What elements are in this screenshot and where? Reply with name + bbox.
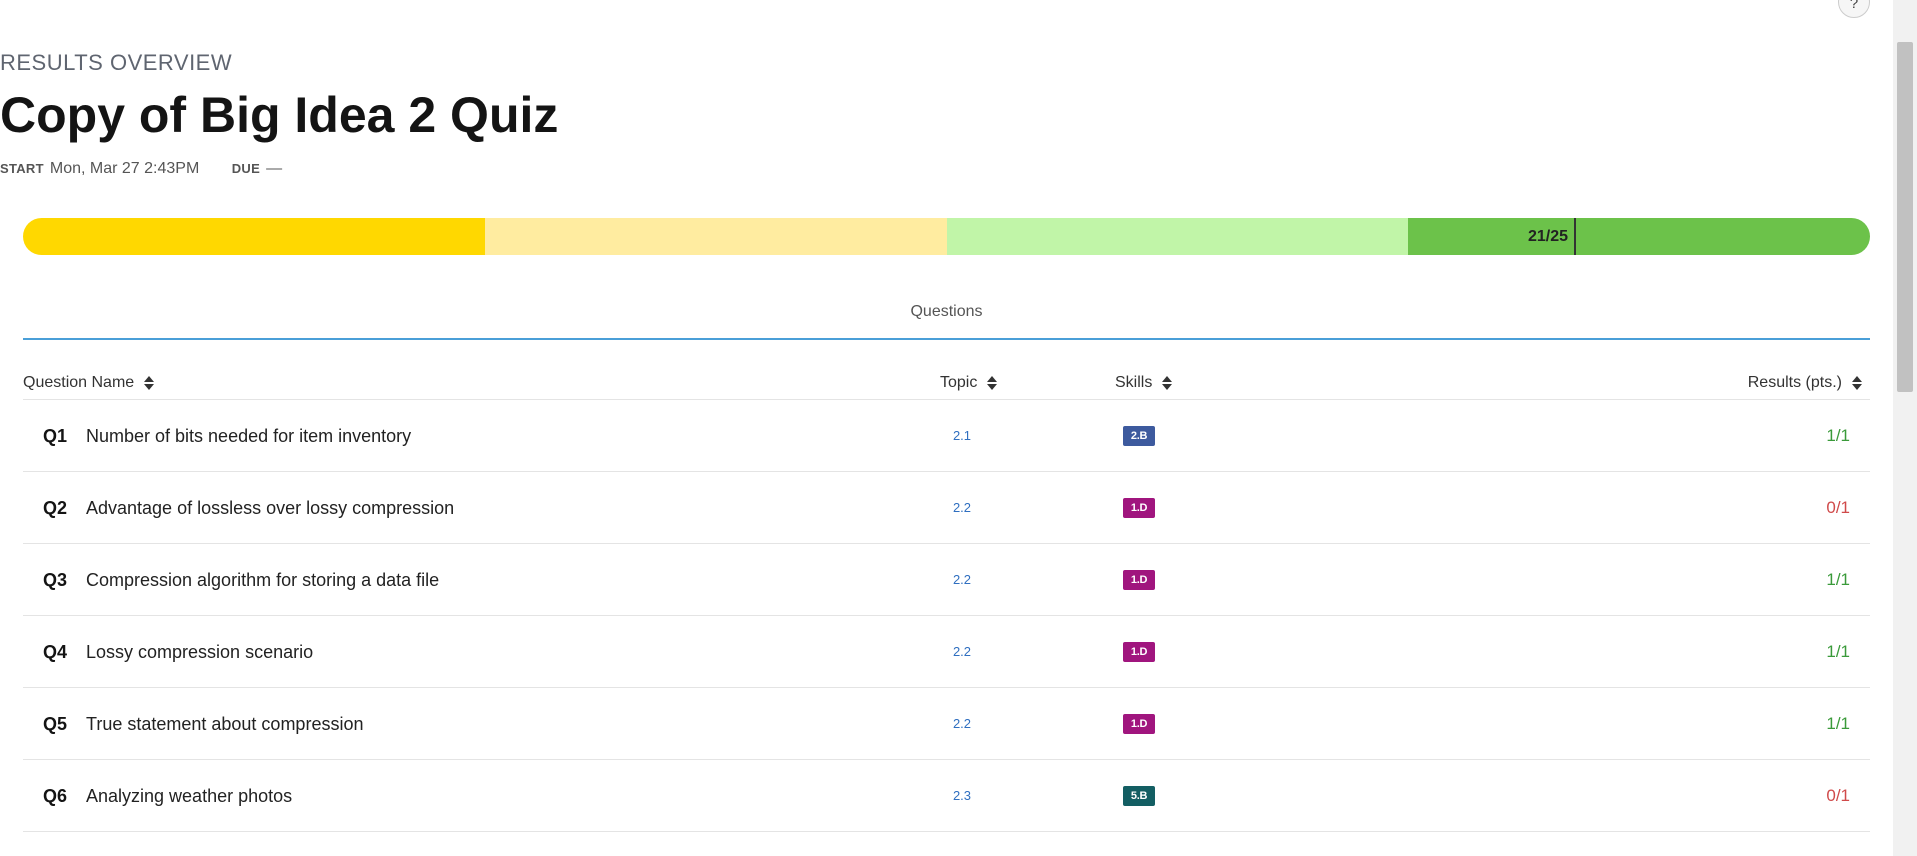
column-header-topic[interactable]: Topic <box>940 374 998 392</box>
topic-link[interactable]: 2.2 <box>943 688 981 760</box>
due-value: — <box>266 160 283 177</box>
assignment-dates: START Mon, Mar 27 2:43PM DUE — <box>0 160 1893 178</box>
skill-badge: 2.B <box>1123 426 1155 446</box>
column-header-results[interactable]: Results (pts.) <box>1748 374 1862 392</box>
skill-badge: 5.B <box>1123 786 1155 806</box>
table-row[interactable]: Q4 Lossy compression scenario 2.2 1.D 1/1 <box>23 616 1870 688</box>
table-row[interactable]: Q5 True statement about compression 2.2 1.D… <box>23 688 1870 760</box>
start-label: START <box>0 161 44 176</box>
question-name[interactable]: True statement about compression <box>86 688 363 760</box>
tab-questions[interactable]: Questions <box>910 303 982 320</box>
table-body: Q1 Number of bits needed for item invento… <box>23 400 1870 832</box>
score-progress-bar: 21/25 <box>23 218 1870 255</box>
question-number: Q5 <box>43 714 68 734</box>
table-row[interactable]: Q3 Compression algorithm for storing a da… <box>23 544 1870 616</box>
column-header-topic-label: Topic <box>940 374 978 391</box>
column-header-skills[interactable]: Skills <box>1115 374 1173 392</box>
scrollbar-thumb[interactable] <box>1897 42 1913 392</box>
result-score: 1/1 <box>1826 426 1850 445</box>
table-row[interactable]: Q1 Number of bits needed for item invento… <box>23 400 1870 472</box>
results-page: ? RESULTS OVERVIEW Copy of Big Idea 2 Qu… <box>0 0 1917 856</box>
tab-bar: Questions <box>23 294 1870 340</box>
table-header: Question Name Topic Skills Results (pts.… <box>23 368 1870 400</box>
topic-link[interactable]: 2.2 <box>943 472 981 544</box>
sort-icon[interactable] <box>1852 375 1862 391</box>
column-header-question-name[interactable]: Question Name <box>23 374 155 392</box>
help-button[interactable]: ? <box>1838 0 1870 18</box>
sort-icon[interactable] <box>144 375 155 391</box>
score-marker <box>1574 218 1576 255</box>
start-value: Mon, Mar 27 2:43PM <box>49 160 200 177</box>
topic-link[interactable]: 2.2 <box>943 544 981 616</box>
due-label: DUE <box>231 161 261 176</box>
topic-link[interactable]: 2.2 <box>943 616 981 688</box>
page-title: Copy of Big Idea 2 Quiz <box>0 87 559 143</box>
question-name[interactable]: Compression algorithm for storing a data… <box>86 544 439 616</box>
question-name[interactable]: Lossy compression scenario <box>86 616 313 688</box>
progress-segment-3 <box>946 218 1409 255</box>
question-number: Q4 <box>43 642 68 662</box>
skill-badge: 1.D <box>1123 570 1155 590</box>
column-header-skills-label: Skills <box>1115 374 1153 391</box>
topic-link[interactable]: 2.3 <box>943 760 981 832</box>
column-header-results-label: Results (pts.) <box>1747 374 1842 391</box>
question-name[interactable]: Advantage of lossless over lossy compres… <box>86 472 454 544</box>
sort-icon[interactable] <box>1162 375 1173 391</box>
topic-link[interactable]: 2.1 <box>943 400 981 472</box>
progress-segment-4 <box>1408 218 1870 255</box>
question-number: Q6 <box>43 786 68 806</box>
score-label: 21/25 <box>1527 228 1568 245</box>
skill-badge: 1.D <box>1123 498 1155 518</box>
result-score: 0/1 <box>1826 786 1850 805</box>
result-score: 1/1 <box>1826 570 1850 589</box>
table-row[interactable]: Q6 Analyzing weather photos 2.3 5.B 0/1 <box>23 760 1870 832</box>
result-score: 1/1 <box>1826 642 1850 661</box>
result-score: 1/1 <box>1826 714 1850 733</box>
skill-badge: 1.D <box>1123 714 1155 734</box>
question-name[interactable]: Number of bits needed for item inventory <box>86 400 411 472</box>
progress-segment-1 <box>23 218 485 255</box>
question-number: Q2 <box>43 498 68 518</box>
question-name[interactable]: Analyzing weather photos <box>86 760 292 832</box>
column-header-question-name-label: Question Name <box>23 374 135 391</box>
skill-badge: 1.D <box>1123 642 1155 662</box>
sort-icon[interactable] <box>987 375 998 391</box>
table-row[interactable]: Q2 Advantage of lossless over lossy compr… <box>23 472 1870 544</box>
question-number: Q3 <box>43 570 68 590</box>
questions-table: Question Name Topic Skills Results (pts.… <box>23 368 1870 832</box>
scrollbar[interactable] <box>1893 0 1917 856</box>
progress-segment-2 <box>484 218 947 255</box>
result-score: 0/1 <box>1826 498 1850 517</box>
page-eyebrow: RESULTS OVERVIEW <box>0 50 233 75</box>
question-number: Q1 <box>43 426 68 446</box>
